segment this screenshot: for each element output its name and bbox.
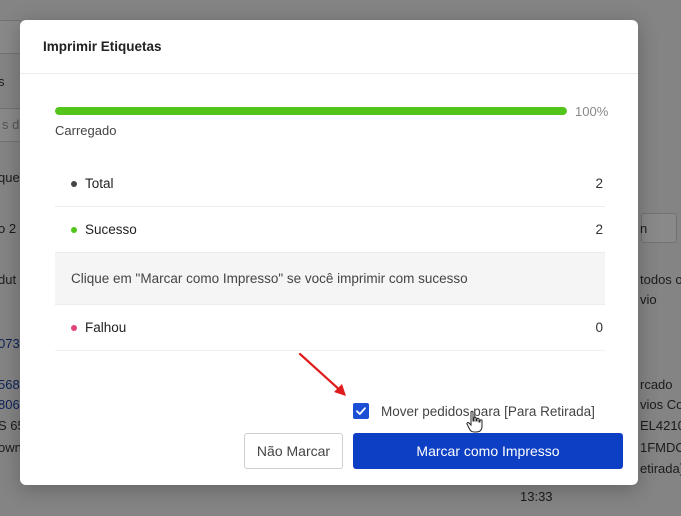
dialog-title: Imprimir Etiquetas	[43, 39, 162, 54]
result-count: 2	[595, 176, 603, 191]
progress-percent: 100%	[575, 103, 609, 119]
dont-mark-button[interactable]: Não Marcar	[244, 433, 343, 469]
status-label: Carregado	[55, 123, 117, 138]
dot-icon	[71, 226, 77, 233]
dot-icon	[71, 324, 77, 331]
result-count: 2	[595, 222, 603, 237]
result-count: 0	[595, 320, 603, 335]
result-label: Total	[85, 176, 114, 191]
progress-track	[55, 107, 567, 115]
move-orders-checkbox[interactable]: Mover pedidos para [Para Retirada]	[353, 403, 595, 419]
print-labels-dialog: Imprimir Etiquetas 100% Carregado Total …	[20, 20, 638, 485]
result-row-success: Sucesso 2	[55, 207, 605, 253]
results-list: Total 2 Sucesso 2 Clique em "Marcar como…	[55, 161, 605, 351]
result-row-total: Total 2	[55, 161, 605, 207]
checkbox-label[interactable]: Mover pedidos para [Para Retirada]	[381, 404, 595, 419]
content-fade	[20, 340, 638, 380]
dot-icon	[71, 180, 77, 187]
success-notice: Clique em "Marcar como Impresso" se você…	[55, 253, 605, 305]
result-label: Falhou	[85, 320, 127, 335]
mark-as-printed-button[interactable]: Marcar como Impresso	[353, 433, 623, 469]
checkbox-checked-icon[interactable]	[353, 403, 369, 419]
progress-fill	[55, 107, 567, 115]
result-label: Sucesso	[85, 222, 137, 237]
dialog-header: Imprimir Etiquetas	[20, 20, 638, 74]
progress: 100%	[55, 103, 615, 119]
